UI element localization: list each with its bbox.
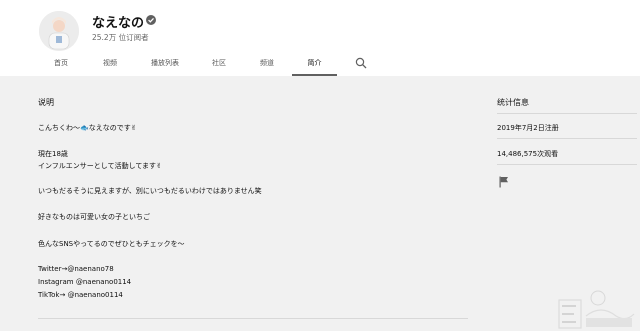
- tab-home[interactable]: 首页: [46, 52, 76, 74]
- description-line: 色んなSNSやってるのでぜひともチェックを〜: [38, 240, 185, 248]
- decorative-watermark-image: [558, 290, 635, 329]
- description-line: こんちくわ〜🐟なえなのです✌: [38, 124, 137, 132]
- stats-divider: [497, 138, 637, 139]
- flag-icon[interactable]: [499, 176, 509, 188]
- description-line: インフルエンサーとして活動してます✌: [38, 162, 162, 170]
- stats-title: 统计信息: [497, 98, 529, 107]
- stats-divider: [497, 113, 637, 114]
- description-line: 好きなものは可愛い女の子といちご: [38, 213, 150, 221]
- channel-header: なえなの 25.2万 位订阅者 首页 视频 播放列表 社区 频道 简介: [0, 0, 640, 76]
- description-title: 说明: [38, 98, 54, 107]
- twitter-link[interactable]: Twitter→@naenano78: [38, 265, 114, 273]
- description-divider: [38, 318, 468, 319]
- tab-about[interactable]: 简介: [292, 52, 337, 76]
- tab-playlists[interactable]: 播放列表: [143, 52, 187, 74]
- instagram-link[interactable]: Instagram @naenano0114: [38, 278, 131, 286]
- tab-channels[interactable]: 频道: [252, 52, 282, 74]
- channel-name: なえなの: [92, 16, 145, 31]
- search-icon[interactable]: [355, 57, 367, 69]
- tab-community[interactable]: 社区: [204, 52, 234, 74]
- stats-divider: [497, 164, 637, 165]
- tab-videos[interactable]: 视频: [95, 52, 125, 74]
- channel-tabs: 首页 视频 播放列表 社区 频道 简介: [0, 52, 640, 76]
- avatar[interactable]: [39, 11, 79, 51]
- avatar-image: [39, 11, 79, 51]
- tiktok-link[interactable]: TikTok→ @naenano0114: [38, 291, 123, 299]
- verified-check-icon: [146, 15, 156, 25]
- joined-date: 2019年7月2日注册: [497, 124, 559, 132]
- view-count: 14,486,575次观看: [497, 150, 559, 158]
- description-line: 現在18歳: [38, 150, 68, 158]
- description-line: いつもだるそうに見えますが、別にいつもだるいわけではありません笑: [38, 187, 262, 195]
- subscriber-count: 25.2万 位订阅者: [92, 33, 149, 42]
